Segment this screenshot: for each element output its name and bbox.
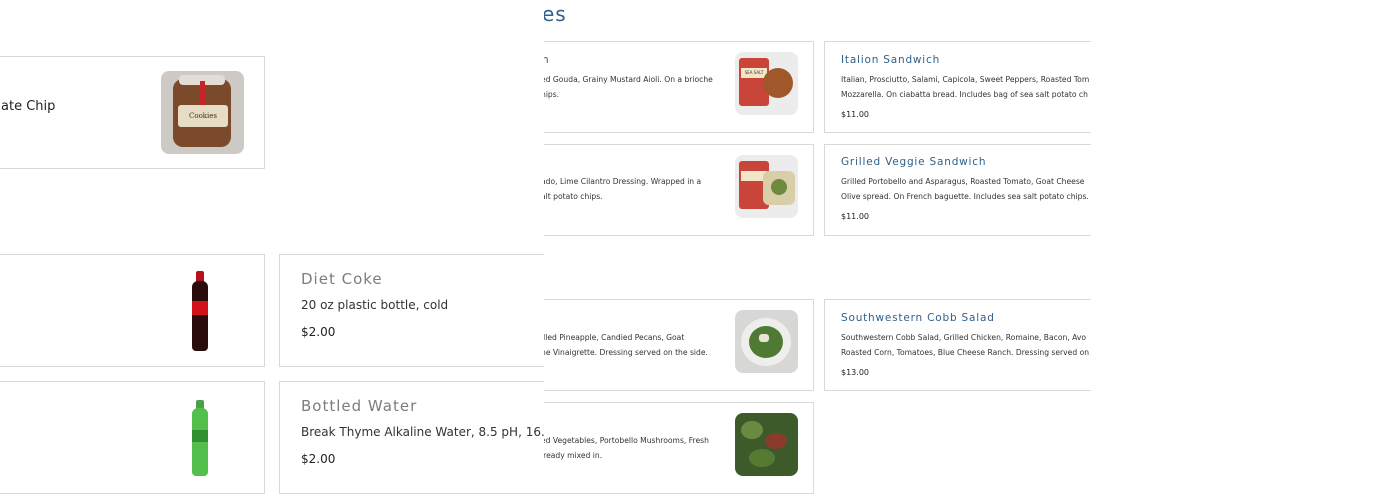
- cookie-image: Cookies: [161, 71, 244, 154]
- italion-sandwich-description: Italian, Prosciutto, Salami, Capicola, S…: [841, 75, 1090, 99]
- southwestern-cobb-salad-description: Southwestern Cobb Salad, Grilled Chicken…: [841, 333, 1090, 357]
- southwestern-cobb-salad-price: $13.00: [841, 368, 869, 377]
- menu-item-card[interactable]: ed Vegetables, Portobello Mushrooms, Fre…: [544, 402, 814, 494]
- bottled-water-title: Bottled Water: [301, 397, 418, 415]
- menu-item-description: ado, Lime Cilantro Dressing. Wrapped in …: [544, 177, 702, 201]
- sandwich-image: SEA SALT: [735, 52, 798, 115]
- menu-item-card[interactable]: ado, Lime Cilantro Dressing. Wrapped in …: [544, 144, 814, 236]
- italion-sandwich-title: Italion Sandwich: [841, 54, 941, 66]
- bottled-water-description: Break Thyme Alkaline Water, 8.5 pH, 16.9…: [301, 425, 559, 439]
- diet-coke-description: 20 oz plastic bottle, cold: [301, 298, 449, 312]
- menu-item-description: ed Vegetables, Portobello Mushrooms, Fre…: [544, 436, 709, 460]
- diet-coke-image: [179, 271, 229, 353]
- wrap-image: [735, 155, 798, 218]
- menu-overlay-panel: es n ed Gouda, Grainy Mustard Aioli. On …: [544, 0, 1091, 500]
- cookie-label: Cookies: [178, 105, 228, 127]
- italion-sandwich-card[interactable]: Italion Sandwich Italian, Prosciutto, Sa…: [824, 41, 1091, 133]
- grilled-veggie-sandwich-description: Grilled Portobello and Asparagus, Roaste…: [841, 177, 1089, 201]
- bottled-water-image: [179, 400, 229, 478]
- bottled-water-price: $2.00: [301, 452, 336, 466]
- diet-coke-card[interactable]: [0, 254, 265, 367]
- diet-coke-title: Diet Coke: [301, 270, 383, 288]
- diet-coke-price: $2.00: [301, 325, 336, 339]
- cookie-card-title: ate Chip: [1, 99, 56, 114]
- salad-image: [735, 310, 798, 373]
- veggie-salad-image: [735, 413, 798, 476]
- bottled-water-card[interactable]: [0, 381, 265, 494]
- menu-item-description: ed Gouda, Grainy Mustard Aioli. On a bri…: [544, 75, 713, 99]
- menu-item-card[interactable]: n ed Gouda, Grainy Mustard Aioli. On a b…: [544, 41, 814, 133]
- menu-item-card[interactable]: illed Pineapple, Candied Pecans, Goat ne…: [544, 299, 814, 391]
- menu-item-title: n: [544, 54, 549, 66]
- grilled-veggie-sandwich-title: Grilled Veggie Sandwich: [841, 156, 987, 168]
- italion-sandwich-price: $11.00: [841, 110, 869, 119]
- cookie-card[interactable]: ate Chip Cookies: [0, 56, 265, 169]
- southwestern-cobb-salad-title: Southwestern Cobb Salad: [841, 312, 995, 324]
- grilled-veggie-sandwich-card[interactable]: Grilled Veggie Sandwich Grilled Portobel…: [824, 144, 1091, 236]
- menu-item-description: illed Pineapple, Candied Pecans, Goat ne…: [544, 333, 708, 357]
- diet-coke-info-card[interactable]: Diet Coke 20 oz plastic bottle, cold $2.…: [279, 254, 559, 367]
- grilled-veggie-sandwich-price: $11.00: [841, 212, 869, 221]
- section-title: es: [544, 2, 567, 26]
- bottled-water-info-card[interactable]: Bottled Water Break Thyme Alkaline Water…: [279, 381, 559, 494]
- southwestern-cobb-salad-card[interactable]: Southwestern Cobb Salad Southwestern Cob…: [824, 299, 1091, 391]
